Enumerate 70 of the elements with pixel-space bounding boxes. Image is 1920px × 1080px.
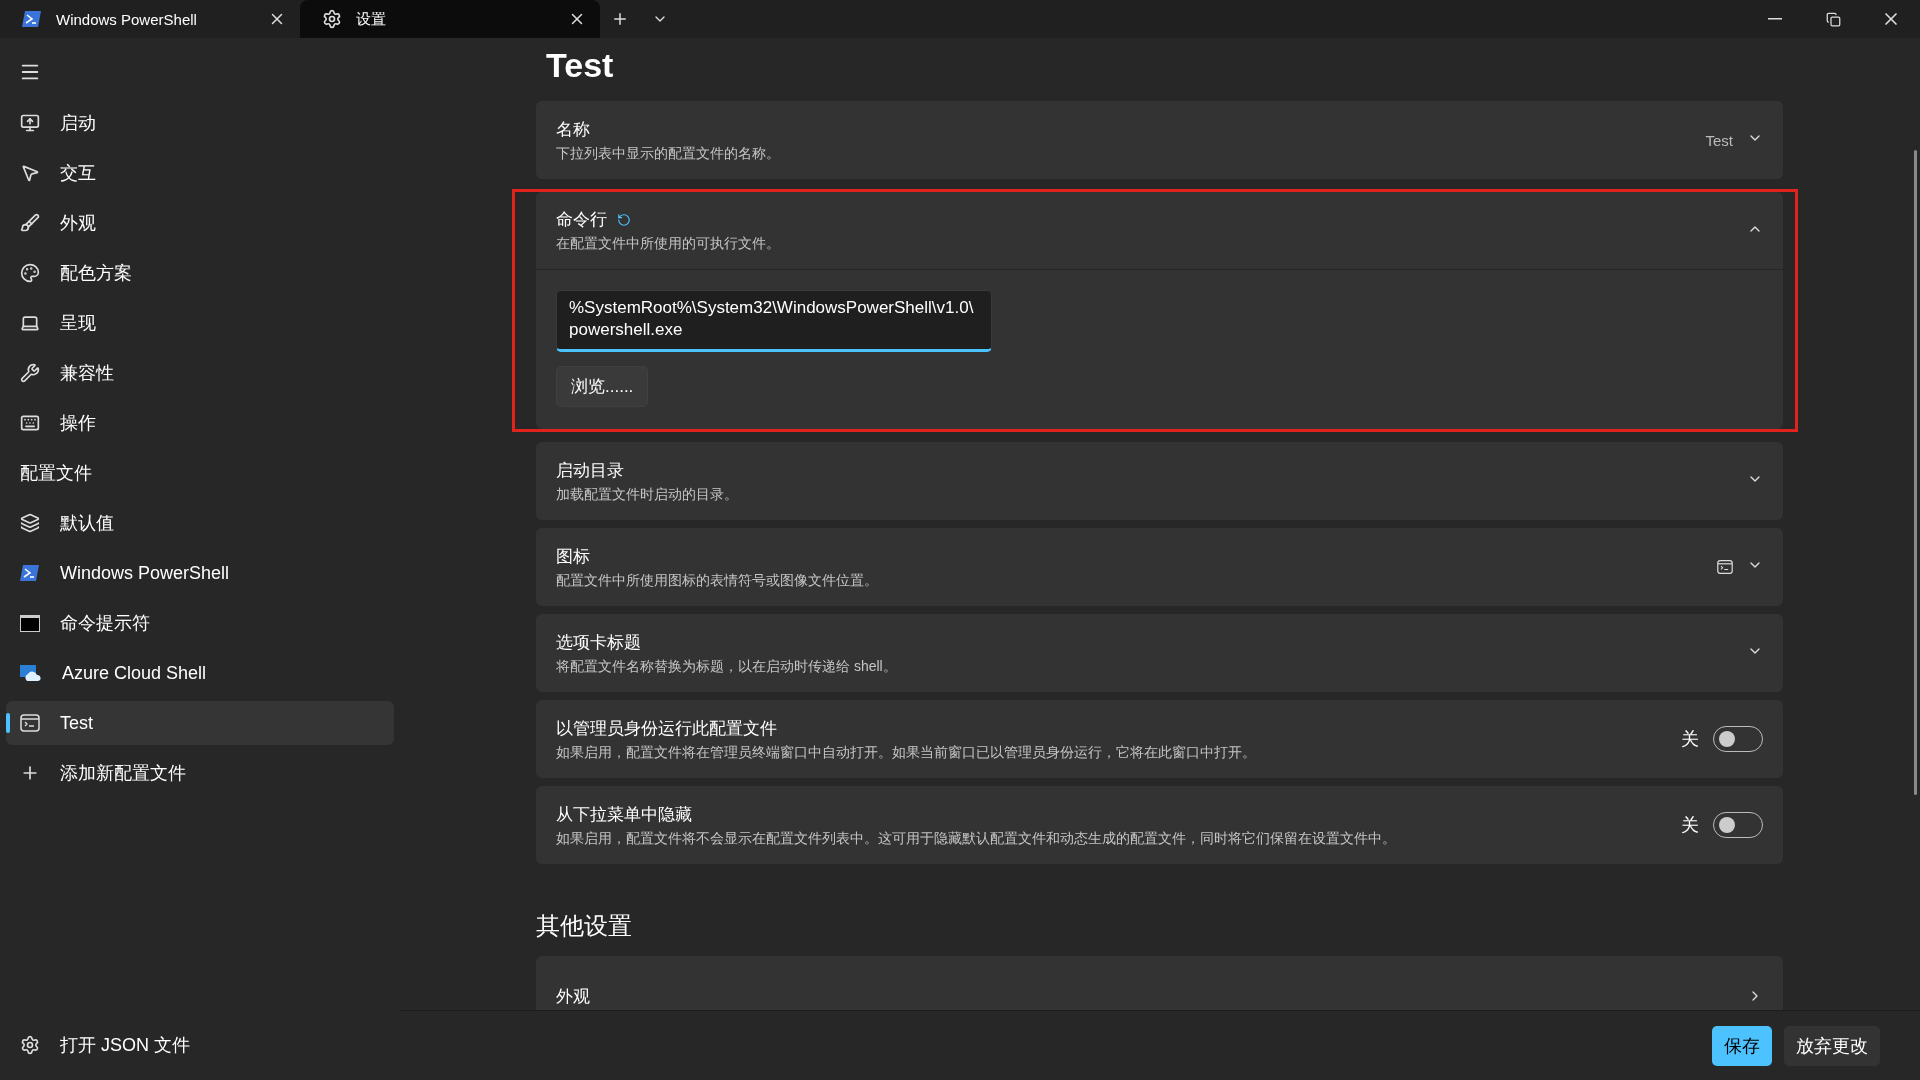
cloud-icon (20, 664, 42, 682)
profile-item[interactable]: Test (6, 701, 394, 745)
setting-title: 启动目录 (556, 459, 624, 482)
nav-item[interactable]: 外观 (6, 201, 394, 245)
tab[interactable]: Windows PowerShell (0, 0, 300, 38)
pointer-icon (20, 163, 40, 183)
powershell-icon (22, 10, 42, 28)
value-text: Test (1705, 131, 1733, 149)
reset-icon[interactable] (617, 212, 631, 227)
nav-item[interactable]: 呈现 (6, 301, 394, 345)
command-line-input[interactable]: %SystemRoot%\System32\WindowsPowerShell\v1.0\powershell.exe (556, 290, 992, 352)
setting-description: 加载配置文件时启动的目录。 (556, 485, 739, 504)
setting-title: 外观 (556, 985, 591, 1008)
section-heading: 配置文件 (19, 462, 93, 485)
discard-button[interactable]: 放弃更改 (1784, 1025, 1880, 1066)
setting-description: 如果启用，配置文件将在管理员终端窗口中自动打开。如果当前窗口已以管理员身份运行，它将在此窗口中打开。 (556, 743, 1257, 762)
setting-title: 选项卡标题 (556, 631, 641, 654)
nav-item[interactable]: 交互 (6, 151, 394, 195)
nav-item[interactable]: 启动 (6, 101, 394, 145)
toggle-state-text: 关 (1681, 814, 1699, 837)
setting-card[interactable]: 名称 下拉列表中显示的配置文件的名称。 Test (536, 101, 1783, 179)
nav-item[interactable]: 配色方案 (6, 251, 394, 295)
nav-item[interactable]: 操作 (6, 401, 394, 445)
browse-button[interactable]: 浏览...... (556, 366, 649, 407)
minimize-icon (1768, 18, 1782, 20)
setting-title: 以管理员身份运行此配置文件 (556, 717, 777, 740)
terminal-window-icon (20, 713, 40, 733)
setting-title: 从下拉菜单中隐藏 (556, 803, 692, 826)
open-json-item[interactable]: 打开 JSON 文件 (6, 1023, 394, 1067)
nav-item[interactable]: 兼容性 (6, 351, 394, 395)
keyboard-icon (20, 413, 40, 433)
powershell-icon (20, 564, 40, 582)
setting-card[interactable]: 以管理员身份运行此配置文件 如果启用，配置文件将在管理员终端窗口中自动打开。如果当前窗口已以管理员身份运行，它将在此窗口中打开。 关 (536, 700, 1783, 778)
profile-item[interactable]: Windows PowerShell (6, 551, 394, 595)
layers-icon (20, 513, 40, 533)
section-heading: 其他设置 (536, 911, 633, 941)
brush-icon (20, 213, 40, 233)
setting-title: 名称 (556, 118, 590, 141)
setting-description: 下拉列表中显示的配置文件的名称。 (556, 144, 781, 163)
setting-title: 图标 (556, 545, 590, 568)
setting-link-card[interactable]: 外观 (536, 956, 1783, 1010)
setting-title: 命令行 (556, 209, 607, 231)
setting-description: 在配置文件中所使用的可执行文件。 (556, 235, 781, 253)
setting-description: 将配置文件名称替换为标题，以在启动时传递给 shell。 (556, 657, 898, 676)
setting-card[interactable]: 命令行 在配置文件中所使用的可执行文件。 %SystemRoot%\System32\WindowsPowerShell\v1.0\powershell.exe 浏览...... (536, 192, 1783, 429)
scrollbar[interactable] (1914, 150, 1917, 795)
wrench-icon (20, 363, 40, 383)
terminal-window-icon (1717, 559, 1733, 575)
palette-icon (20, 263, 40, 283)
setting-card[interactable]: 图标 配置文件中所使用图标的表情符号或图像文件位置。 (536, 528, 1783, 606)
profile-item[interactable]: Azure Cloud Shell (6, 651, 394, 695)
setting-card[interactable]: 选项卡标题 将配置文件名称替换为标题，以在启动时传递给 shell。 (536, 614, 1783, 692)
settings-icon (322, 9, 342, 29)
plus-icon (611, 10, 629, 28)
setting-description: 如果启用，配置文件将不会显示在配置文件列表中。这可用于隐藏默认配置文件和动态生成的配置文件，同时将它们保留在设置文件中。 (556, 829, 1397, 848)
setting-card[interactable]: 从下拉菜单中隐藏 如果启用，配置文件将不会显示在配置文件列表中。这可用于隐藏默认配置文件和动态生成的配置文件，同时将它们保留在设置文件中。 关 (536, 786, 1783, 864)
settings-icon (20, 1035, 40, 1055)
save-button[interactable]: 保存 (1712, 1025, 1772, 1066)
setting-description: 配置文件中所使用图标的表情符号或图像文件位置。 (556, 571, 879, 590)
monitor-arrow-icon (20, 113, 40, 133)
restore-icon (1825, 11, 1841, 27)
setting-card[interactable]: 启动目录 加载配置文件时启动的目录。 (536, 442, 1783, 520)
page-title: Test (546, 46, 615, 85)
add-profile-item[interactable]: 添加新配置文件 (6, 751, 394, 795)
tab[interactable]: 设置 (300, 0, 600, 38)
toggle-state-text: 关 (1681, 728, 1699, 751)
terminal-icon (20, 614, 40, 632)
profile-item[interactable]: 命令提示符 (6, 601, 394, 645)
profile-item[interactable]: 默认值 (6, 501, 394, 545)
laptop-icon (20, 313, 40, 333)
